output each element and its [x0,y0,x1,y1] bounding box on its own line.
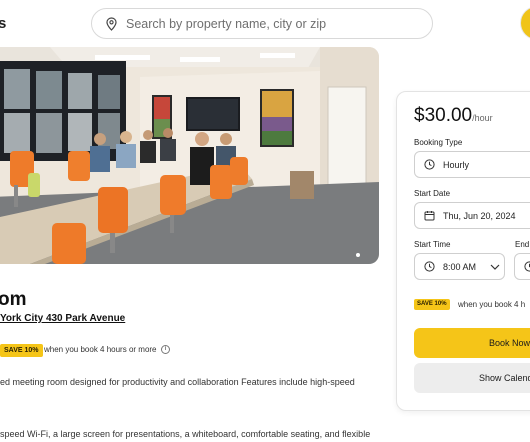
start-time-select[interactable]: 8:00 AM [414,253,505,280]
price-value: $30.00 [414,105,473,126]
description-line: ed meeting room designed for productivit… [0,377,355,387]
logo[interactable]: s [0,15,6,32]
book-now-button[interactable]: Book Now [414,328,530,358]
save-badge: SAVE 10% [0,344,43,357]
search-bar[interactable] [91,8,433,39]
start-date-field[interactable]: Thu, Jun 20, 2024 [414,202,530,229]
save-badge: SAVE 10% [414,299,450,310]
save-note: when you book 4 hours or more [44,345,157,354]
price-unit: /hour [472,113,493,123]
info-icon[interactable]: i [161,345,170,354]
start-time-value: 8:00 AM [443,261,477,272]
end-time-label: End [515,240,530,249]
location-pin-icon [106,16,117,31]
meeting-room-photo [0,47,379,264]
save-note: when you book 4 h [458,300,526,309]
search-input[interactable] [126,16,416,31]
calendar-icon [424,211,435,221]
clock-icon [424,159,435,170]
chevron-down-icon [490,264,500,270]
end-time-select[interactable] [514,253,530,280]
start-date-label: Start Date [414,189,451,198]
listing-photo[interactable] [0,47,379,264]
description-line: speed Wi-Fi, a large screen for presenta… [0,429,371,439]
listing-title: om [0,289,27,310]
clock-icon [524,261,530,272]
start-date-value: Thu, Jun 20, 2024 [443,210,516,221]
booking-type-label: Booking Type [414,138,463,147]
booking-type-value: Hourly [443,159,470,170]
clock-icon [424,261,435,272]
show-calendar-button[interactable]: Show Calend [414,363,530,393]
start-time-label: Start Time [414,240,451,249]
avatar[interactable] [520,6,530,40]
booking-card: $30.00/hour Booking Type Hourly Start Da… [396,91,530,411]
price: $30.00/hour [414,105,493,127]
address-link[interactable]: York City 430 Park Avenue [0,313,125,324]
booking-type-select[interactable]: Hourly [414,151,530,178]
